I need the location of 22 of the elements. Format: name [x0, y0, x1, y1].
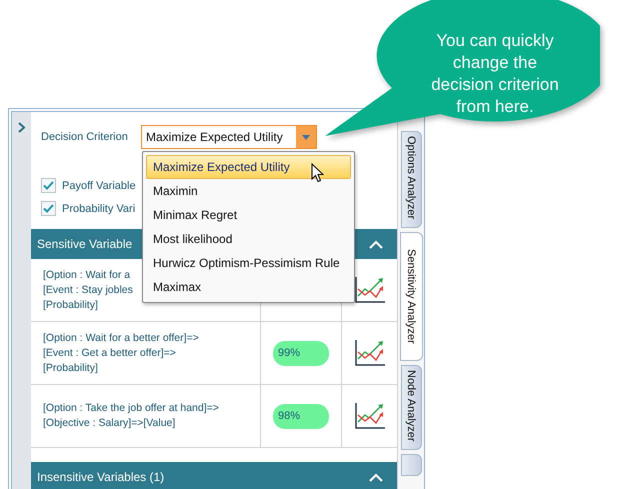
checkbox-label: Probability Vari: [62, 202, 136, 214]
side-tab[interactable]: Sensitivity Analyzer: [400, 232, 422, 361]
sensitivity-pill: 99%: [273, 340, 329, 366]
dropdown-option[interactable]: Maximax: [146, 275, 351, 299]
variable-path: [Option : Wait for a [Event : Stay jobles [Probability]: [43, 268, 133, 312]
variable-path: [Option : Take the job offer at hand]=> [Objective : Salary]=>[Value]: [43, 401, 219, 431]
dropdown-option[interactable]: Hurwicz Optimism-Pessimism Rule: [146, 251, 351, 275]
dropdown-option[interactable]: Most likelihood: [146, 227, 351, 251]
sensitivity-pill: 98%: [273, 404, 329, 428]
dropdown-option[interactable]: Maximize Expected Utility: [146, 155, 351, 179]
checkbox-label: Payoff Variable: [62, 180, 136, 192]
side-tab[interactable]: Options Analyzer: [400, 131, 422, 228]
section-header[interactable]: Insensitive Variables (1): [31, 462, 397, 489]
section-title: Sensitive Variable: [37, 237, 132, 251]
criterion-dropdown[interactable]: Maximize Expected Utility: [141, 125, 317, 149]
dropdown-option[interactable]: Minimax Regret: [146, 203, 351, 227]
criterion-label: Decision Criterion: [41, 131, 129, 143]
side-tab[interactable]: Node Analyzer: [400, 364, 422, 450]
variable-path: [Option : Wait for a better offer]=> [Event : Get a better offer]=> [Probability]: [43, 330, 199, 376]
dropdown-option[interactable]: Maximin: [146, 179, 351, 203]
callout-text: You can quickly change the decision criterion from here.: [430, 30, 560, 118]
section-title: Insensitive Variables (1): [37, 470, 164, 484]
